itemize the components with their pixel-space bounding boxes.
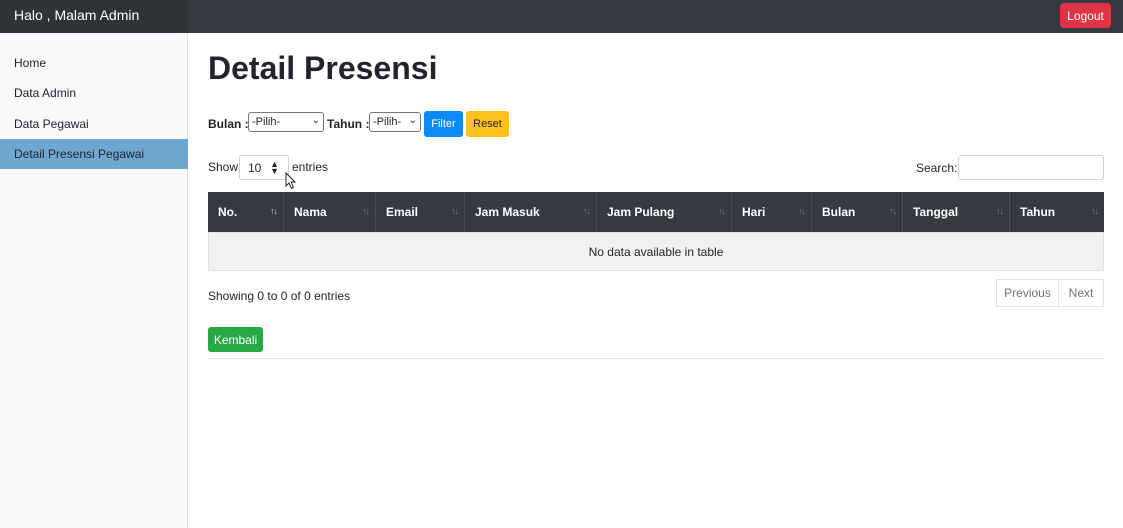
chevron-down-icon: ⌄ [408,115,417,126]
table-header: No. ↑↓ Nama ↑↓ Email ↑↓ Jam Masuk ↑↓ Jam Pul… [208,192,1104,232]
column-label: Bulan [822,205,856,219]
bulan-select-value: -Pilih- [252,116,281,128]
show-label: Show [208,160,239,174]
bulan-label: Bulan : [208,117,249,131]
reset-button[interactable]: Reset [466,111,509,137]
tahun-select[interactable]: -Pilih- ⌄ [369,112,421,132]
mouse-cursor-icon [285,172,297,190]
column-header-hari[interactable]: Hari ↑↓ [732,192,812,232]
column-label: Tanggal [913,205,959,219]
table-info: Showing 0 to 0 of 0 entries [208,289,351,303]
column-header-tahun[interactable]: Tahun ↑↓ [1010,192,1104,232]
sort-icon: ↑↓ [451,206,459,216]
column-header-email[interactable]: Email ↑↓ [376,192,465,232]
sort-icon: ↑↓ [718,206,726,216]
divider [208,358,1104,359]
search-label: Search: [916,161,958,175]
top-navbar: Halo , Malam Admin Logout [0,0,1123,33]
entries-length-select[interactable]: 10 ▲ ▼ [239,155,289,180]
kembali-button[interactable]: Kembali [208,327,263,352]
column-header-bulan[interactable]: Bulan ↑↓ [812,192,903,232]
empty-table-message: No data available in table [208,232,1104,271]
tahun-select-value: -Pilih- [373,116,402,128]
column-header-nama[interactable]: Nama ↑↓ [284,192,376,232]
column-label: Hari [742,205,766,219]
next-button[interactable]: Next [1058,279,1104,307]
filter-button[interactable]: Filter [424,111,463,137]
column-header-tanggal[interactable]: Tanggal ↑↓ [903,192,1010,232]
page-title: Detail Presensi [208,50,438,86]
sidebar-item-detail-presensi[interactable]: Detail Presensi Pegawai [0,139,188,169]
sort-icon: ↑↓ [798,206,806,216]
sort-icon: ↑↓ [270,206,278,216]
sort-icon: ↑↓ [889,206,897,216]
sort-icon: ↑↓ [996,206,1004,216]
bulan-select[interactable]: -Pilih- ⌄ [248,112,324,132]
column-label: Email [386,205,419,219]
sidebar-item-data-admin[interactable]: Data Admin [0,78,188,108]
chevron-down-icon: ⌄ [311,115,320,126]
sort-icon: ↑↓ [583,206,591,216]
column-label: Jam Masuk [475,205,540,219]
entries-length-value: 10 [248,160,262,175]
entries-label: entries [292,160,329,174]
column-label: Jam Pulang [607,205,675,219]
column-header-jam-pulang[interactable]: Jam Pulang ↑↓ [597,192,732,232]
search-input[interactable] [958,155,1104,180]
sort-icon: ↑↓ [1091,206,1099,216]
column-header-no[interactable]: No. ↑↓ [208,192,284,232]
logout-button[interactable]: Logout [1060,3,1111,28]
column-label: No. [218,205,238,219]
sidebar: Home Data Admin Data Pegawai Detail Pres… [0,33,188,528]
sidebar-item-data-pegawai[interactable]: Data Pegawai [0,109,188,139]
previous-button[interactable]: Previous [996,279,1059,307]
column-header-jam-masuk[interactable]: Jam Masuk ↑↓ [465,192,597,232]
sort-arrows-icon: ▲ ▼ [270,159,279,176]
greeting-text: Halo , Malam Admin [14,7,140,23]
column-label: Tahun [1020,205,1056,219]
column-label: Nama [294,205,327,219]
sort-icon: ↑↓ [362,206,370,216]
sidebar-item-home[interactable]: Home [0,48,188,78]
tahun-label: Tahun : [327,117,370,131]
